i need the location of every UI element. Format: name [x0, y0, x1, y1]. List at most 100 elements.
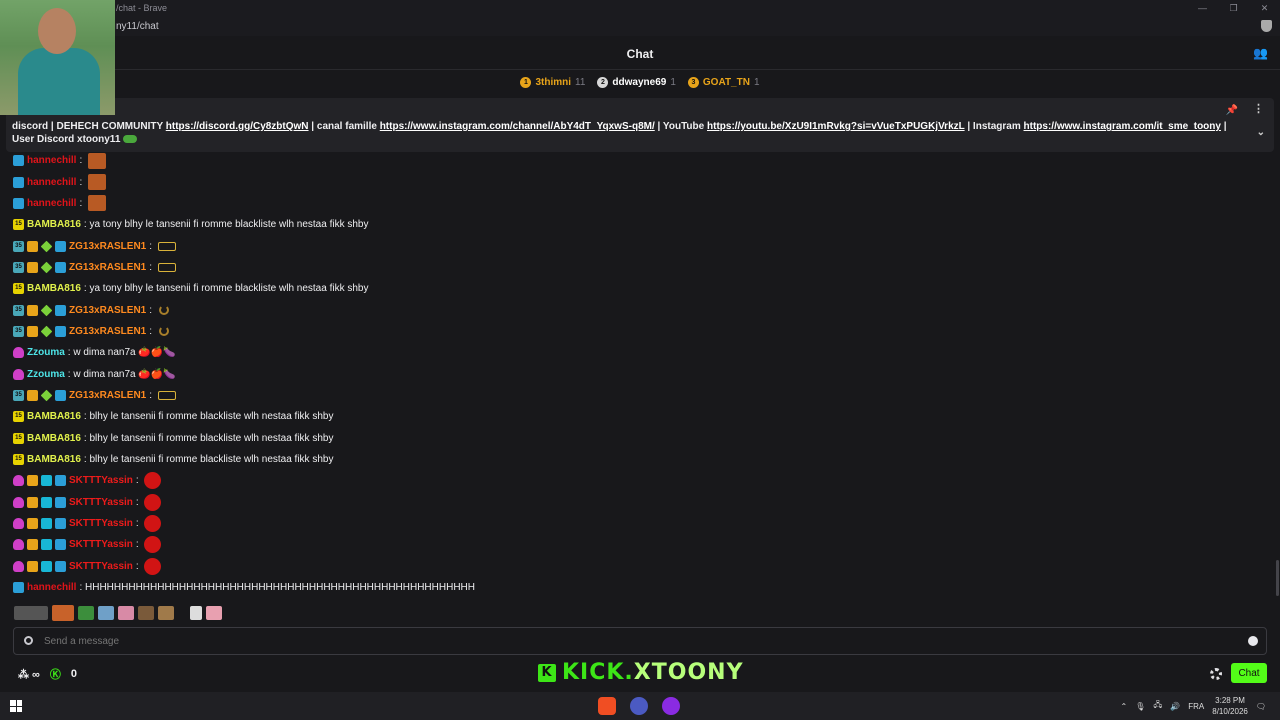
- emote-icon[interactable]: [138, 606, 154, 620]
- pink-badge-icon[interactable]: [13, 496, 24, 508]
- emote-icon[interactable]: [190, 606, 202, 620]
- mod-badge-icon[interactable]: [55, 240, 66, 252]
- cyan-badge-icon[interactable]: [41, 475, 52, 487]
- crown-badge-icon[interactable]: [27, 496, 38, 508]
- crown-badge-icon[interactable]: [27, 389, 38, 401]
- cyan-badge-icon[interactable]: [41, 560, 52, 572]
- mod-badge-icon[interactable]: [13, 155, 24, 167]
- crown-badge-icon[interactable]: [27, 261, 38, 273]
- brave-browser-icon[interactable]: [598, 697, 616, 715]
- emote-icon[interactable]: [158, 606, 174, 620]
- crown-badge-icon[interactable]: [27, 518, 38, 530]
- purple-app-icon[interactable]: [662, 697, 680, 715]
- clock[interactable]: 3:28 PM 8/10/2026: [1212, 695, 1248, 717]
- leaderboard-entry[interactable]: 2 ddwayne69 1: [597, 76, 676, 88]
- mod-badge-icon[interactable]: [55, 518, 66, 530]
- emote-icon[interactable]: [206, 606, 222, 620]
- mod-badge-icon[interactable]: [13, 582, 24, 594]
- emoji-picker-icon[interactable]: [1248, 636, 1258, 646]
- chat-username[interactable]: hannechill: [27, 155, 76, 166]
- diamond-badge-icon[interactable]: [40, 325, 53, 338]
- chat-username[interactable]: SKTTTYassin: [69, 539, 133, 550]
- mod-badge-icon[interactable]: [55, 539, 66, 551]
- url-text[interactable]: ny11/chat: [116, 21, 159, 32]
- message-input[interactable]: [44, 636, 1224, 647]
- send-chat-button[interactable]: Chat: [1231, 663, 1267, 683]
- chat-username[interactable]: SKTTTYassin: [69, 518, 133, 529]
- instagram-link[interactable]: https://www.instagram.com/it_sme_toony: [1024, 121, 1221, 132]
- mod-badge-icon[interactable]: [13, 197, 24, 209]
- volume-icon[interactable]: 🔊: [1170, 702, 1180, 711]
- notification-icon[interactable]: 🗨: [1256, 702, 1266, 711]
- pink-badge-icon[interactable]: [13, 539, 24, 551]
- more-options-icon[interactable]: ⋮: [1253, 103, 1264, 116]
- 35-badge-icon[interactable]: 35: [13, 389, 24, 401]
- emote-icon[interactable]: [98, 606, 114, 620]
- crown-badge-icon[interactable]: [27, 560, 38, 572]
- discord-link[interactable]: https://discord.gg/Cy8zbtQwN: [166, 121, 309, 132]
- mod-badge-icon[interactable]: [55, 475, 66, 487]
- pink-badge-icon[interactable]: [13, 368, 24, 380]
- minimize-icon[interactable]: —: [1187, 0, 1218, 16]
- chat-username[interactable]: ZG13xRASLEN1: [69, 262, 146, 273]
- users-icon[interactable]: 👥: [1253, 46, 1268, 60]
- cyan-badge-icon[interactable]: [41, 518, 52, 530]
- chat-username[interactable]: BAMBA816: [27, 454, 81, 465]
- chat-username[interactable]: hannechill: [27, 198, 76, 209]
- scrollbar[interactable]: [1276, 560, 1279, 596]
- chat-username[interactable]: BAMBA816: [27, 283, 81, 294]
- 35-badge-icon[interactable]: 35: [13, 304, 24, 316]
- mod-badge-icon[interactable]: [55, 560, 66, 572]
- chat-username[interactable]: hannechill: [27, 177, 76, 188]
- emote-icon[interactable]: [178, 606, 186, 620]
- 35-badge-icon[interactable]: 35: [13, 240, 24, 252]
- cyan-badge-icon[interactable]: [41, 496, 52, 508]
- mod-badge-icon[interactable]: [55, 325, 66, 337]
- chat-username[interactable]: ZG13xRASLEN1: [69, 305, 146, 316]
- 15-badge-icon[interactable]: 15: [13, 219, 24, 231]
- chat-username[interactable]: SKTTTYassin: [69, 561, 133, 572]
- pink-badge-icon[interactable]: [13, 518, 24, 530]
- chat-username[interactable]: hannechill: [27, 582, 76, 593]
- chat-username[interactable]: ZG13xRASLEN1: [69, 241, 146, 252]
- crown-badge-icon[interactable]: [27, 304, 38, 316]
- chat-username[interactable]: ZG13xRASLEN1: [69, 326, 146, 337]
- mod-badge-icon[interactable]: [55, 389, 66, 401]
- discord-app-icon[interactable]: [630, 697, 648, 715]
- diamond-badge-icon[interactable]: [40, 389, 53, 402]
- pin-icon[interactable]: 📌: [1226, 104, 1238, 117]
- 35-badge-icon[interactable]: 35: [13, 325, 24, 337]
- chat-username[interactable]: Zzouma: [27, 369, 65, 380]
- mod-badge-icon[interactable]: [13, 176, 24, 188]
- 15-badge-icon[interactable]: 15: [13, 432, 24, 444]
- chat-username[interactable]: Zzouma: [27, 347, 65, 358]
- 15-badge-icon[interactable]: 15: [13, 411, 24, 423]
- pink-badge-icon[interactable]: [13, 347, 24, 359]
- pink-badge-icon[interactable]: [13, 560, 24, 572]
- windows-start-icon[interactable]: [10, 700, 22, 712]
- leaderboard-entry[interactable]: 3 GOAT_TN 1: [687, 76, 760, 88]
- mod-badge-icon[interactable]: [55, 261, 66, 273]
- chevron-up-icon[interactable]: ⌃: [1121, 702, 1128, 711]
- brave-shield-icon[interactable]: [1261, 20, 1272, 32]
- chevron-down-icon[interactable]: ⌄: [1257, 126, 1265, 139]
- chat-username[interactable]: BAMBA816: [27, 219, 81, 230]
- chat-username[interactable]: BAMBA816: [27, 433, 81, 444]
- message-input-box[interactable]: [13, 627, 1267, 655]
- language-indicator[interactable]: FRA: [1188, 702, 1204, 711]
- network-icon[interactable]: 🖧: [1153, 699, 1162, 713]
- chat-username[interactable]: SKTTTYassin: [69, 497, 133, 508]
- address-bar[interactable]: ny11/chat: [0, 16, 1280, 36]
- microphone-icon[interactable]: 🎙: [1135, 702, 1145, 711]
- emote-icon[interactable]: [14, 606, 48, 620]
- 15-badge-icon[interactable]: 15: [13, 453, 24, 465]
- mod-badge-icon[interactable]: [55, 496, 66, 508]
- crown-badge-icon[interactable]: [27, 475, 38, 487]
- chat-settings-icon[interactable]: ⁂ ∞: [18, 668, 40, 681]
- emote-icon[interactable]: [118, 606, 134, 620]
- mod-badge-icon[interactable]: [55, 304, 66, 316]
- leaderboard-entry[interactable]: 1 3thimni 11: [520, 76, 585, 88]
- diamond-badge-icon[interactable]: [40, 304, 53, 316]
- restore-icon[interactable]: ❐: [1218, 0, 1249, 16]
- crown-badge-icon[interactable]: [27, 240, 38, 252]
